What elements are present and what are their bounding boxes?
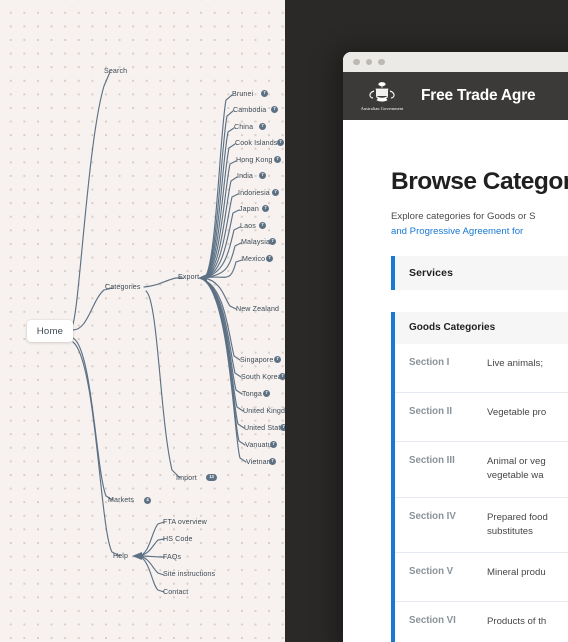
mindmap-badge-country: 7 <box>261 90 268 97</box>
mindmap-node-help-child[interactable]: HS Code <box>163 535 193 543</box>
row-section: Section VI <box>409 615 456 627</box>
mindmap-badge-country: 7 <box>259 172 266 179</box>
mindmap-node-country[interactable]: Hong Kong <box>236 156 273 164</box>
maximize-dot-icon[interactable] <box>378 58 385 66</box>
mindmap-node-home[interactable]: Home <box>27 320 73 342</box>
mindmap-badge-country: 7 <box>263 390 270 397</box>
close-dot-icon[interactable] <box>353 58 360 66</box>
row-description: Vegetable pro <box>487 406 547 418</box>
mindmap-node-country[interactable]: United Kingdom <box>243 407 285 415</box>
agreement-link[interactable]: and Progressive Agreement for <box>391 226 523 237</box>
row-description: Animal or veg vegetable wa <box>487 455 546 482</box>
mindmap-node-country[interactable]: Vanuatu <box>245 441 272 449</box>
mindmap-badge-country: 7 <box>274 356 281 363</box>
mindmap-badge-country: 7 <box>269 458 276 465</box>
mindmap-node-country[interactable]: Singapore <box>240 356 273 364</box>
browser-window: Australian Government Free Trade Agre Br… <box>343 52 568 642</box>
page-title: Browse Categories <box>391 168 568 195</box>
mindmap-node-country[interactable]: Brunei <box>232 90 253 98</box>
mindmap-node-import-label: Import <box>176 474 197 482</box>
mindmap-node-help-child[interactable]: Site instructions <box>163 570 215 578</box>
site-title: Free Trade Agre <box>421 87 536 104</box>
mindmap-node-country[interactable]: Indonesia <box>238 189 270 197</box>
mindmap-badge-country: 7 <box>259 123 266 130</box>
mindmap-node-categories-label: Categories <box>105 283 141 291</box>
row-section: Section V <box>409 566 454 578</box>
coat-of-arms-icon <box>369 82 395 102</box>
mindmap-node-import[interactable]: Import <box>176 474 197 482</box>
row-description: Mineral produ <box>487 567 546 579</box>
services-card[interactable]: Services <box>391 255 568 290</box>
mindmap-badge-import: 13 <box>206 474 217 481</box>
mindmap-node-help-label: Help <box>113 552 129 560</box>
crest-label: Australian Government <box>360 106 404 111</box>
intro-line-1: Explore categories for Goods or S <box>391 211 536 222</box>
browser-titlebar <box>343 52 568 72</box>
table-row[interactable]: Section III Animal or veg vegetable wa <box>395 442 568 498</box>
mindmap-node-help-child[interactable]: FAQs <box>163 553 181 561</box>
row-section: Section I <box>409 356 450 368</box>
mindmap-badge-country: 7 <box>274 156 281 163</box>
mindmap-node-country[interactable]: Mexico <box>242 255 265 263</box>
intro-paragraph: Explore categories for Goods or S and Pr… <box>391 210 568 240</box>
screenshot-root: Home Search Categories Markets 4 Help Ex… <box>0 0 568 642</box>
table-row[interactable]: Section V Mineral produ <box>395 553 568 603</box>
mindmap-node-help-child[interactable]: Contact <box>163 588 188 596</box>
row-description: Products of th <box>487 616 547 628</box>
row-section: Section III <box>409 454 455 466</box>
mindmap-node-export[interactable]: Export <box>178 273 200 281</box>
mindmap-node-country[interactable]: United States <box>244 424 285 432</box>
minimize-dot-icon[interactable] <box>365 58 372 66</box>
mindmap-node-export-label: Export <box>178 273 200 281</box>
mindmap-node-search[interactable]: Search <box>104 67 128 75</box>
mindmap-badge-country: 7 <box>262 205 269 212</box>
mindmap-badge-country: 7 <box>277 139 284 146</box>
mindmap-node-country[interactable]: South Korea <box>241 373 282 381</box>
mindmap-node-country[interactable]: Laos <box>240 222 256 230</box>
mindmap-canvas[interactable]: Home Search Categories Markets 4 Help Ex… <box>0 0 285 642</box>
mindmap-node-help-child[interactable]: FTA overview <box>163 518 207 526</box>
row-description: Live animals; <box>487 357 543 369</box>
mindmap-node-country[interactable]: Cambodia <box>233 106 266 114</box>
mindmap-node-country[interactable]: China <box>234 123 253 131</box>
mindmap-node-home-label: Home <box>36 325 64 337</box>
mindmap-badge-country: 7 <box>269 238 276 245</box>
table-row[interactable]: Section VI Products of th <box>395 602 568 642</box>
mindmap-badge-markets: 4 <box>144 497 151 504</box>
services-card-label: Services <box>409 266 454 279</box>
mindmap-node-categories[interactable]: Categories <box>105 283 141 291</box>
mindmap-badge-country: 7 <box>259 222 266 229</box>
goods-table-header-label: Goods Categories <box>409 322 496 334</box>
mindmap-badge-country: 7 <box>266 255 273 262</box>
mindmap-node-country[interactable]: Cook Islands <box>235 139 277 147</box>
site-header: Australian Government Free Trade Agre <box>343 72 568 120</box>
australian-government-crest: Australian Government <box>343 81 421 111</box>
mindmap-badge-country: 7 <box>271 106 278 113</box>
table-row[interactable]: Section I Live animals; <box>395 344 568 393</box>
row-section: Section IV <box>409 510 456 522</box>
row-description: Prepared food substitutes <box>487 511 548 537</box>
table-row[interactable]: Section IV Prepared food substitutes <box>395 498 568 554</box>
mindmap-node-markets[interactable]: Markets <box>108 496 135 504</box>
goods-categories-table: Goods Categories Section I Live animals;… <box>391 311 568 642</box>
mindmap-node-search-label: Search <box>104 67 128 75</box>
mindmap-node-country[interactable]: Japan <box>239 205 259 213</box>
mindmap-node-help[interactable]: Help <box>113 552 129 560</box>
mindmap-node-country[interactable]: Tonga <box>242 390 262 398</box>
row-section: Section II <box>409 405 453 417</box>
goods-table-header: Goods Categories <box>395 311 568 344</box>
mindmap-badge-country: 7 <box>272 189 279 196</box>
page-body: Browse Categories Explore categories for… <box>343 120 568 642</box>
mindmap-node-country[interactable]: Malaysia <box>241 238 270 246</box>
mindmap-node-markets-label: Markets <box>108 496 135 504</box>
mindmap-node-country[interactable]: New Zealand <box>236 305 279 313</box>
table-row[interactable]: Section II Vegetable pro <box>395 393 568 442</box>
mindmap-badge-country: 7 <box>270 441 277 448</box>
mindmap-node-country[interactable]: India <box>237 172 253 180</box>
